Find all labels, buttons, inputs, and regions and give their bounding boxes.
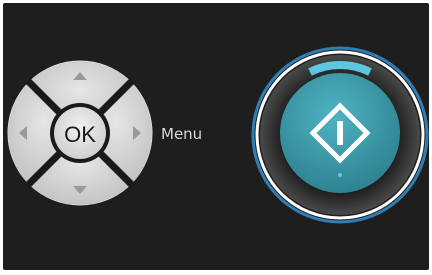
start-led-dot: [338, 173, 342, 177]
dpad: [7, 60, 153, 206]
ok-button-face: [54, 107, 106, 159]
menu-label: Menu: [161, 125, 203, 143]
controls-graphic: [7, 46, 429, 224]
start-button[interactable]: [251, 46, 429, 224]
